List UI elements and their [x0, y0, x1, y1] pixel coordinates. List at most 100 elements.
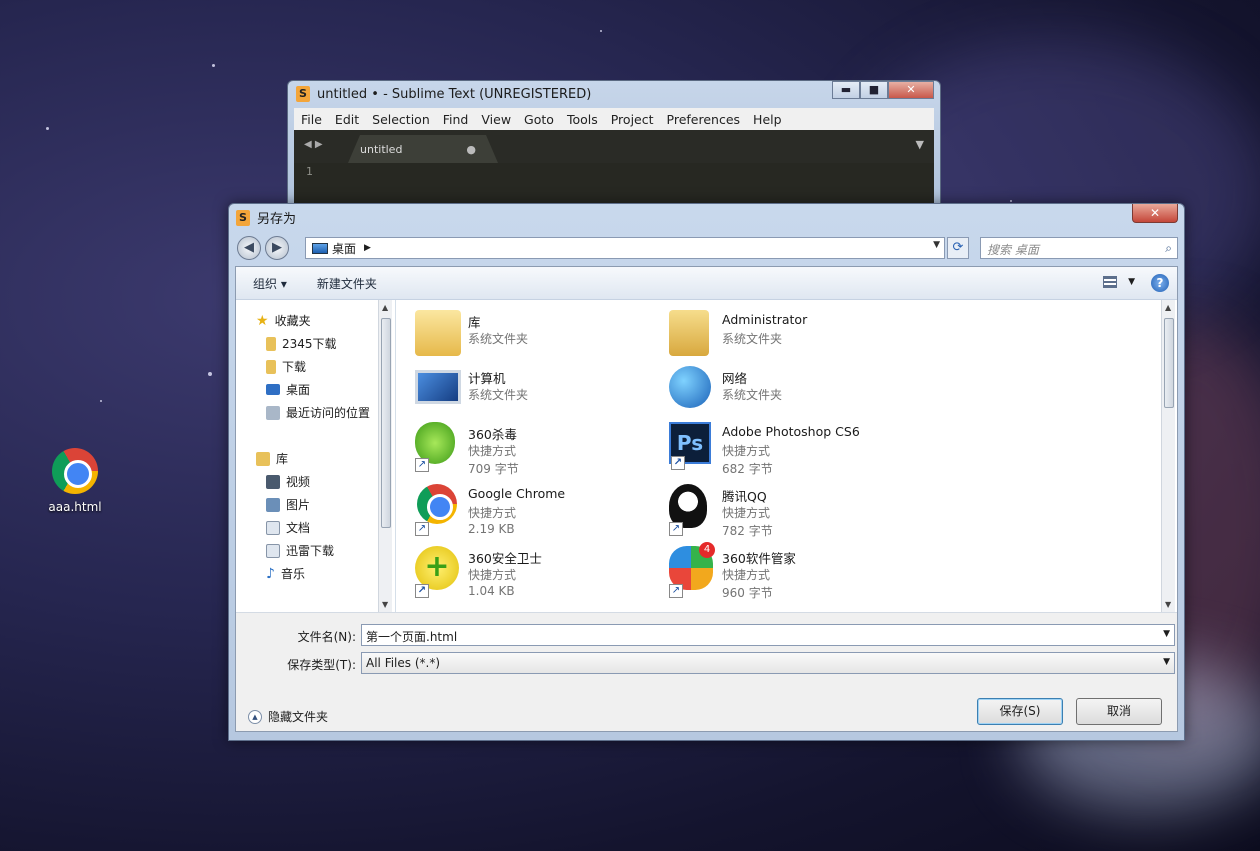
desktop-icon-aaa-html[interactable]: aaa.html: [40, 448, 110, 514]
menu-preferences[interactable]: Preferences: [667, 112, 741, 127]
refresh-button[interactable]: ⟳: [947, 237, 969, 259]
menu-help[interactable]: Help: [753, 112, 782, 127]
menu-selection[interactable]: Selection: [372, 112, 430, 127]
address-path[interactable]: 桌面: [332, 240, 356, 257]
sidebar-label: 视频: [286, 475, 311, 489]
line-number: 1: [306, 165, 313, 178]
file-name: Google Chrome: [468, 486, 566, 501]
scroll-thumb[interactable]: [381, 318, 391, 528]
hide-folders-toggle[interactable]: ▲ 隐藏文件夹: [248, 708, 328, 725]
file-name: 库: [468, 315, 481, 330]
file-item-administrator[interactable]: Administrator 系统文件夹: [669, 308, 909, 366]
new-folder-button[interactable]: 新建文件夹: [317, 275, 377, 292]
sidebar-item-thunder-download[interactable]: 迅雷下载: [266, 542, 334, 559]
file-item-photoshop[interactable]: Ps ↗ Adobe Photoshop CS6 快捷方式 682 字节: [669, 420, 909, 478]
file-size: 2.19 KB: [468, 522, 515, 536]
sidebar-libraries[interactable]: 库: [256, 450, 288, 467]
menu-file[interactable]: File: [301, 112, 322, 127]
menu-tools[interactable]: Tools: [567, 112, 598, 127]
menu-view[interactable]: View: [481, 112, 511, 127]
sidebar-scrollbar[interactable]: ▲ ▼: [378, 300, 392, 612]
file-item-360-security[interactable]: + ↗ 360安全卫士 快捷方式 1.04 KB: [415, 544, 655, 602]
video-icon: [266, 474, 280, 489]
file-type: 快捷方式: [722, 568, 771, 582]
file-type: 系统文件夹: [722, 388, 783, 402]
sidebar-item-pictures[interactable]: 图片: [266, 496, 310, 513]
menu-project[interactable]: Project: [611, 112, 654, 127]
menu-find[interactable]: Find: [443, 112, 469, 127]
360-security-icon: + ↗: [415, 546, 459, 598]
sidebar-item-music[interactable]: ♪ 音乐: [266, 565, 305, 582]
tab-untitled[interactable]: untitled ●: [348, 135, 498, 163]
search-icon[interactable]: ⌕: [1165, 241, 1172, 256]
sidebar-item-2345-download[interactable]: 2345下载: [266, 335, 337, 352]
shortcut-arrow-icon: ↗: [669, 584, 683, 598]
sidebar-favorites[interactable]: ★ 收藏夹: [256, 312, 311, 329]
file-list-scrollbar[interactable]: ▲ ▼: [1161, 300, 1175, 612]
save-button[interactable]: 保存(S): [977, 698, 1063, 725]
menu-edit[interactable]: Edit: [335, 112, 359, 127]
tab-nav-arrows-icon[interactable]: ◀ ▶: [304, 139, 323, 150]
organize-button[interactable]: 组织 ▾: [253, 275, 287, 292]
back-button[interactable]: ◀: [237, 236, 261, 260]
address-bar[interactable]: 桌面 ▶ ▼: [305, 237, 945, 259]
file-item-computer[interactable]: 计算机 系统文件夹: [415, 364, 655, 422]
dialog-title: 另存为: [257, 212, 297, 227]
filename-dropdown-icon[interactable]: ▼: [1163, 629, 1170, 639]
folder-icon: [266, 336, 276, 351]
sidebar-label: 最近访问的位置: [286, 406, 371, 420]
file-type: 快捷方式: [468, 444, 517, 458]
library-folder-icon: [415, 310, 461, 356]
unsaved-dot-icon[interactable]: ●: [466, 143, 476, 156]
desktop-icon-label: aaa.html: [48, 500, 102, 514]
scroll-up-icon[interactable]: ▲: [382, 303, 388, 312]
file-item-network[interactable]: 网络 系统文件夹: [669, 364, 909, 422]
cancel-button[interactable]: 取消: [1076, 698, 1162, 725]
hide-folders-label: 隐藏文件夹: [268, 710, 329, 724]
filetype-dropdown-icon[interactable]: ▼: [1163, 657, 1170, 667]
scroll-down-icon[interactable]: ▼: [1165, 600, 1171, 609]
filetype-select[interactable]: All Files (*.*) ▼: [361, 652, 1175, 674]
filename-input[interactable]: 第一个页面.html ▼: [361, 624, 1175, 646]
file-item-360-software-manager[interactable]: 4 ↗ 360软件管家 快捷方式 960 字节: [669, 542, 909, 602]
sidebar-label: 2345下载: [282, 337, 337, 351]
sidebar-item-desktop[interactable]: 桌面: [266, 381, 310, 398]
address-dropdown-icon[interactable]: ▼: [933, 240, 940, 250]
file-item-libraries[interactable]: 库 系统文件夹: [415, 308, 655, 366]
sidebar-label: 文档: [286, 521, 311, 535]
sublime-tabbar: ◀ ▶ untitled ● ▼: [294, 130, 934, 163]
editor-area[interactable]: 1: [294, 163, 934, 203]
scroll-up-icon[interactable]: ▲: [1165, 303, 1171, 312]
file-type: 系统文件夹: [468, 332, 529, 346]
file-name: 360软件管家: [722, 551, 796, 566]
star-icon: ★: [256, 312, 269, 329]
documents-icon: [266, 520, 280, 535]
file-size: 960 字节: [722, 586, 773, 600]
view-options-icon[interactable]: [1103, 276, 1117, 288]
close-button[interactable]: ✕: [888, 81, 934, 99]
desktop-icon: [266, 384, 280, 395]
minimize-button[interactable]: ▬: [832, 81, 860, 99]
dialog-body: 组织 ▾ 新建文件夹 ▼ ? ★ 收藏夹 2345下载 下载 桌面 最近访问的位…: [235, 266, 1178, 732]
file-item-tencent-qq[interactable]: ↗ 腾讯QQ 快捷方式 782 字节: [669, 482, 909, 540]
sidebar-item-videos[interactable]: 视频: [266, 473, 310, 490]
sidebar-item-recent-places[interactable]: 最近访问的位置: [266, 404, 370, 421]
help-icon[interactable]: ?: [1151, 274, 1169, 292]
tab-list-dropdown-icon[interactable]: ▼: [916, 138, 924, 151]
file-item-360-antivirus[interactable]: ↗ 360杀毒 快捷方式 709 字节: [415, 420, 655, 478]
scroll-down-icon[interactable]: ▼: [382, 600, 388, 609]
search-placeholder: 搜索 桌面: [987, 243, 1039, 257]
file-type: 快捷方式: [722, 506, 771, 520]
scroll-thumb[interactable]: [1164, 318, 1174, 408]
view-dropdown-icon[interactable]: ▼: [1128, 277, 1135, 287]
menu-goto[interactable]: Goto: [524, 112, 554, 127]
search-input[interactable]: 搜索 桌面 ⌕: [980, 237, 1178, 259]
360-software-manager-icon: 4 ↗: [669, 542, 715, 598]
sidebar-item-downloads[interactable]: 下载: [266, 358, 306, 375]
sidebar-item-documents[interactable]: 文档: [266, 519, 310, 536]
maximize-button[interactable]: ■: [860, 81, 888, 99]
breadcrumb-arrow-icon[interactable]: ▶: [364, 243, 371, 253]
forward-button[interactable]: ▶: [265, 236, 289, 260]
dialog-close-button[interactable]: ✕: [1132, 204, 1178, 223]
file-item-google-chrome[interactable]: ↗ Google Chrome 快捷方式 2.19 KB: [415, 482, 655, 540]
